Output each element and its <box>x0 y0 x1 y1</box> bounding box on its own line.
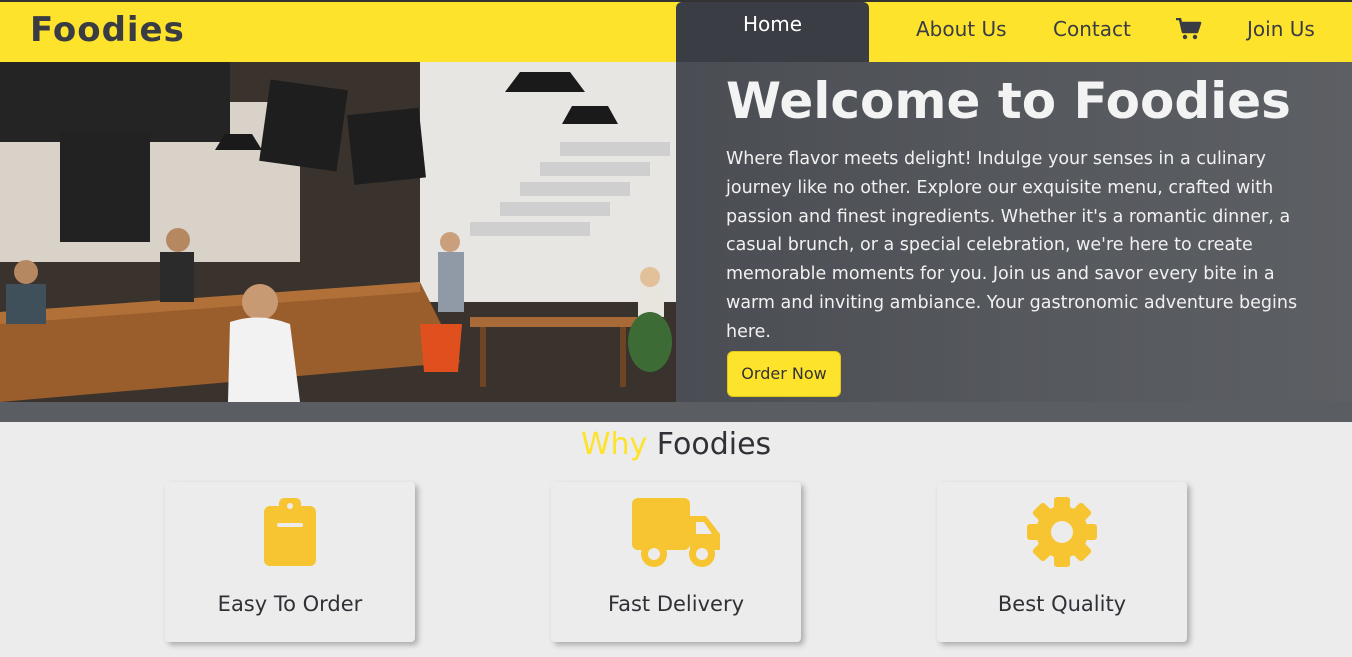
why-heading-rest: Foodies <box>656 427 772 462</box>
hero-cafe-image <box>0 62 676 402</box>
feature-label: Fast Delivery <box>607 592 745 616</box>
why-foodies-heading: Why Foodies <box>0 427 1352 462</box>
order-now-button[interactable]: Order Now <box>727 351 841 397</box>
feature-label: Easy To Order <box>217 592 363 616</box>
hero-bottom-strip <box>0 402 1352 422</box>
feature-card-easy-order: Easy To Order <box>165 482 415 642</box>
shopping-cart-icon[interactable] <box>1176 17 1202 44</box>
feature-card-fast-delivery: Fast Delivery <box>551 482 801 642</box>
site-logo[interactable]: Foodies <box>30 10 185 50</box>
nav-about[interactable]: About Us <box>916 17 1007 41</box>
nav-join[interactable]: Join Us <box>1247 17 1315 41</box>
why-heading-accent: Why <box>580 427 648 462</box>
clipboard-icon <box>165 496 415 572</box>
truck-icon <box>551 496 801 574</box>
feature-label: Best Quality <box>997 592 1127 616</box>
feature-card-best-quality: Best Quality <box>937 482 1187 642</box>
top-navbar: Foodies Home About Us Contact Join Us <box>0 0 1352 64</box>
nav-contact[interactable]: Contact <box>1053 17 1131 41</box>
hero-description: Where flavor meets delight! Indulge your… <box>726 149 1298 342</box>
gear-icon <box>937 496 1187 572</box>
hero-title: Welcome to Foodies <box>726 72 1291 130</box>
nav-home[interactable]: Home <box>676 2 869 64</box>
